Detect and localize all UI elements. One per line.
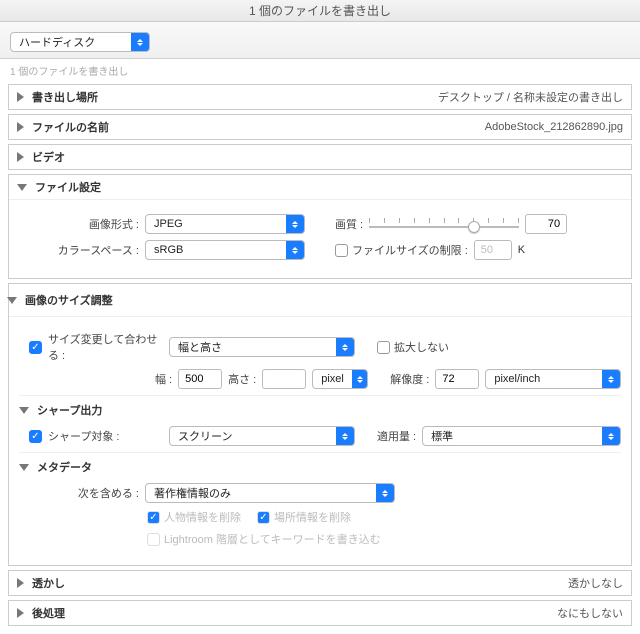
sharpen-target-select[interactable]: スクリーン xyxy=(169,426,355,446)
preset-value: ハードディスク xyxy=(11,34,131,50)
section-post: 後処理 なにもしない xyxy=(8,600,632,626)
updown-icon xyxy=(352,370,367,388)
updown-icon xyxy=(336,338,354,356)
size-unit-select[interactable]: pixel xyxy=(312,369,368,389)
section-title: ファイルの名前 xyxy=(32,119,109,135)
remove-location-label: 場所情報を削除 xyxy=(274,509,351,525)
format-label: 画像形式 : xyxy=(29,216,139,232)
disclosure-icon xyxy=(19,464,29,471)
disclosure-icon xyxy=(17,578,24,588)
resize-checkbox[interactable] xyxy=(29,341,42,354)
section-metadata-header[interactable]: メタデータ xyxy=(19,452,621,475)
updown-icon xyxy=(602,427,620,445)
section-sizing-header[interactable]: 画像のサイズ調整 xyxy=(0,288,631,308)
remove-person-label: 人物情報を削除 xyxy=(164,509,241,525)
updown-icon xyxy=(286,241,304,259)
resolution-input[interactable] xyxy=(435,369,479,389)
quality-label: 画質 : xyxy=(335,216,363,232)
disclosure-icon xyxy=(7,297,17,304)
colorspace-label: カラースペース : xyxy=(29,242,139,258)
section-video: ビデオ xyxy=(8,144,632,170)
section-title: 書き出し場所 xyxy=(32,89,98,105)
no-enlarge-checkbox[interactable]: 拡大しない xyxy=(377,339,449,355)
sharpen-amount-select[interactable]: 標準 xyxy=(422,426,621,446)
updown-icon xyxy=(336,427,354,445)
section-filename-header[interactable]: ファイルの名前 AdobeStock_212862890.jpg xyxy=(9,115,631,139)
updown-icon xyxy=(602,370,620,388)
section-value: なにもしない xyxy=(557,605,623,621)
window-title: 1 個のファイルを書き出し xyxy=(0,0,640,22)
amount-value: 標準 xyxy=(423,428,602,444)
limit-filesize-checkbox[interactable]: ファイルサイズの制限 : xyxy=(335,242,468,258)
format-select[interactable]: JPEG xyxy=(145,214,305,234)
resize-value: 幅と高さ xyxy=(170,339,336,355)
section-location-header[interactable]: 書き出し場所 デスクトップ / 名称未設定の書き出し xyxy=(9,85,631,109)
colorspace-select[interactable]: sRGB xyxy=(145,240,305,260)
amount-label: 適用量 : xyxy=(377,428,416,444)
resolution-unit-value: pixel/inch xyxy=(486,373,602,385)
include-label: 次を含める : xyxy=(29,485,139,501)
section-value: デスクトップ / 名称未設定の書き出し xyxy=(438,89,623,105)
height-label: 高さ : xyxy=(228,371,256,387)
disclosure-icon xyxy=(19,407,29,414)
section-title: 画像のサイズ調整 xyxy=(25,292,113,308)
sharpen-checkbox[interactable] xyxy=(29,430,42,443)
resolution-label: 解像度 : xyxy=(390,371,429,387)
section-title: メタデータ xyxy=(37,459,92,475)
include-value: 著作権情報のみ xyxy=(146,485,376,501)
format-value: JPEG xyxy=(146,218,286,230)
section-filesettings-header[interactable]: ファイル設定 xyxy=(9,175,631,199)
width-label: 幅 : xyxy=(155,371,172,387)
preset-select[interactable]: ハードディスク xyxy=(10,32,150,52)
section-location: 書き出し場所 デスクトップ / 名称未設定の書き出し xyxy=(8,84,632,110)
lightroom-checkbox: Lightroom 階層としてキーワードを書き込む xyxy=(147,531,381,547)
remove-location-checkbox: 場所情報を削除 xyxy=(257,509,351,525)
updown-icon xyxy=(376,484,394,502)
updown-icon xyxy=(131,33,149,51)
width-input[interactable] xyxy=(178,369,222,389)
height-input[interactable] xyxy=(262,369,306,389)
disclosure-icon xyxy=(17,608,24,618)
toolbar: ハードディスク xyxy=(0,22,640,59)
include-select[interactable]: 著作権情報のみ xyxy=(145,483,395,503)
section-sharpen-header[interactable]: シャープ出力 xyxy=(19,395,621,418)
disclosure-icon xyxy=(17,122,24,132)
disclosure-icon xyxy=(17,92,24,102)
section-watermark: 透かし 透かしなし xyxy=(8,570,632,596)
size-unit-value: pixel xyxy=(313,373,352,385)
lightroom-label: Lightroom 階層としてキーワードを書き込む xyxy=(164,531,381,547)
section-post-header[interactable]: 後処理 なにもしない xyxy=(9,601,631,625)
subcaption: 1 個のファイルを書き出し xyxy=(0,59,640,84)
section-watermark-header[interactable]: 透かし 透かしなし xyxy=(9,571,631,595)
quality-slider[interactable] xyxy=(369,214,519,234)
sharpen-target-value: スクリーン xyxy=(170,428,336,444)
section-filesettings: ファイル設定 画像形式 : JPEG 画質 : カラースペース : xyxy=(8,174,632,279)
colorspace-value: sRGB xyxy=(146,244,286,256)
updown-icon xyxy=(286,215,304,233)
section-value: AdobeStock_212862890.jpg xyxy=(485,121,623,133)
section-title: 後処理 xyxy=(32,605,65,621)
limit-label: ファイルサイズの制限 : xyxy=(352,242,468,258)
resize-label: サイズ変更して合わせる : xyxy=(48,331,163,363)
disclosure-icon xyxy=(17,184,27,191)
quality-input[interactable] xyxy=(525,214,567,234)
section-video-header[interactable]: ビデオ xyxy=(9,145,631,169)
section-title: ファイル設定 xyxy=(35,179,101,195)
remove-person-checkbox: 人物情報を削除 xyxy=(147,509,241,525)
resolution-unit-select[interactable]: pixel/inch xyxy=(485,369,621,389)
sharpen-label: シャープ対象 : xyxy=(48,428,163,444)
section-filename: ファイルの名前 AdobeStock_212862890.jpg xyxy=(8,114,632,140)
section-title: 透かし xyxy=(32,575,65,591)
section-title: ビデオ xyxy=(32,149,65,165)
section-sizing: 画像のサイズ調整 サイズ変更して合わせる : 幅と高さ 拡大しない 幅 : 高さ… xyxy=(8,283,632,566)
limit-input xyxy=(474,240,512,260)
section-title: シャープ出力 xyxy=(37,402,102,418)
no-enlarge-label: 拡大しない xyxy=(394,339,449,355)
disclosure-icon xyxy=(17,152,24,162)
limit-unit: K xyxy=(518,244,525,256)
resize-select[interactable]: 幅と高さ xyxy=(169,337,355,357)
section-value: 透かしなし xyxy=(568,575,623,591)
